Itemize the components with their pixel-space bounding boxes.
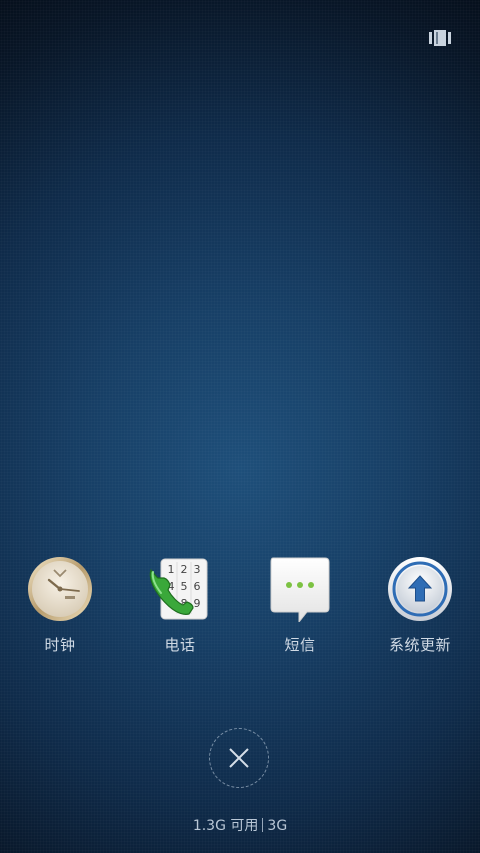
svg-text:9: 9	[194, 597, 201, 610]
recent-app-phone[interactable]: 123 456 789 电话	[130, 556, 230, 655]
recent-app-clock[interactable]: 时钟	[10, 556, 110, 655]
svg-text:3: 3	[194, 563, 201, 576]
recent-app-system-update[interactable]: 系统更新	[370, 556, 470, 655]
clear-all-button[interactable]	[209, 728, 269, 788]
memory-available: 1.3G 可用	[192, 818, 259, 834]
memory-status: 1.3G 可用 3G	[0, 815, 480, 835]
app-label: 系统更新	[388, 636, 451, 654]
recent-app-messages[interactable]: 短信	[250, 556, 350, 655]
svg-text:2: 2	[181, 563, 188, 576]
messages-icon	[267, 556, 333, 622]
phone-icon: 123 456 789	[147, 556, 213, 622]
memory-total: 3G	[267, 818, 288, 834]
divider	[262, 818, 264, 832]
clock-icon	[27, 556, 93, 622]
app-label: 时钟	[44, 636, 76, 654]
svg-text:6: 6	[194, 580, 201, 593]
system-update-icon	[387, 556, 453, 622]
recent-apps-row: 时钟 123 456 789 电话	[0, 556, 480, 666]
svg-text:1: 1	[168, 563, 175, 576]
view-toggle-icon[interactable]	[428, 28, 452, 48]
close-icon	[229, 748, 249, 768]
app-label: 短信	[284, 636, 316, 654]
app-label: 电话	[164, 636, 196, 654]
svg-text:5: 5	[181, 580, 188, 593]
background-texture	[0, 0, 480, 853]
